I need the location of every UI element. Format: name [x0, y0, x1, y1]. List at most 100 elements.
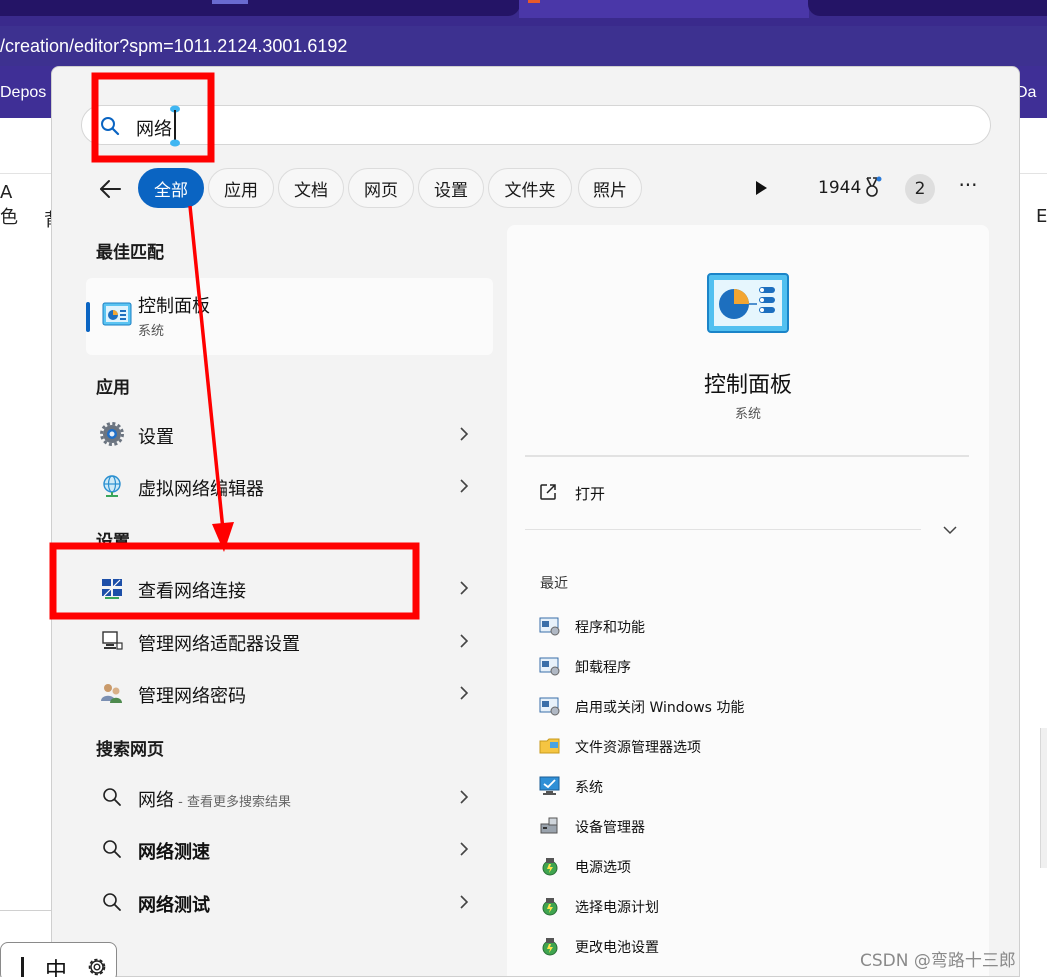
result-web-search[interactable]: 网络测速	[86, 827, 486, 871]
recent-label: 电源选项	[575, 860, 631, 876]
chevron-right-icon[interactable]	[456, 633, 472, 649]
result-virtual-network-editor[interactable]: 虚拟网络编辑器	[86, 464, 486, 508]
chevron-right-icon[interactable]	[456, 894, 472, 910]
recent-item[interactable]: 系统	[537, 773, 957, 799]
result-settings-app[interactable]: 设置	[86, 412, 486, 456]
recent-label: 启用或关闭 Windows 功能	[575, 700, 745, 716]
system-monitor-icon	[539, 776, 560, 795]
rewards-points[interactable]: 1944	[818, 178, 861, 198]
result-web-search[interactable]: 网络测试	[86, 880, 486, 924]
chevron-right-icon[interactable]	[456, 478, 472, 494]
network-connections-icon	[102, 579, 122, 599]
bookmark-item[interactable]: Depos	[0, 84, 46, 102]
selection-indicator	[86, 302, 90, 332]
text-caret-icon	[170, 105, 180, 147]
recent-item[interactable]: 电源选项	[537, 853, 957, 879]
best-match-card[interactable]: 控制面板 系统	[86, 278, 493, 355]
search-input[interactable]: 网络	[81, 105, 991, 147]
chevron-right-icon[interactable]	[456, 580, 472, 596]
power-options-icon	[542, 938, 558, 956]
section-search-web: 搜索网页	[96, 740, 164, 760]
best-match-name: 控制面板	[138, 296, 210, 317]
search-icon	[103, 840, 121, 858]
watermark: CSDN @弯路十三郎	[860, 951, 1016, 971]
filter-documents[interactable]: 文档	[278, 168, 344, 208]
programs-features-icon	[539, 617, 560, 636]
browser-tab[interactable]	[0, 0, 520, 16]
side-strip	[1040, 728, 1047, 868]
filter-settings[interactable]: 设置	[418, 168, 484, 208]
address-bar-url[interactable]: /creation/editor?spm=1011.2124.3001.6192	[0, 36, 347, 57]
ime-mode-toggle[interactable]: 中	[45, 953, 67, 977]
recent-item[interactable]: 程序和功能	[537, 613, 957, 639]
chevron-down-icon[interactable]	[941, 521, 959, 539]
result-label: 设置	[138, 427, 174, 448]
tab-favicon	[212, 0, 248, 4]
browser-tab[interactable]	[808, 0, 1047, 16]
result-web-search[interactable]: 网络 - 查看更多搜索结果	[86, 775, 486, 819]
more-options-button[interactable]: ···	[956, 173, 980, 203]
divider	[525, 529, 921, 530]
network-adapter-icon	[102, 631, 123, 650]
result-label: 网络 - 查看更多搜索结果	[138, 786, 291, 812]
divider	[0, 910, 52, 911]
recent-item[interactable]: 启用或关闭 Windows 功能	[537, 693, 957, 719]
editor-toolbar-char: A	[0, 182, 13, 203]
result-label: 管理网络适配器设置	[138, 634, 300, 655]
filter-photos[interactable]: 照片	[578, 168, 642, 208]
recent-item[interactable]: 卸载程序	[537, 653, 957, 679]
result-label: 网络测试	[138, 895, 210, 916]
power-options-icon	[542, 858, 558, 876]
recent-label: 系统	[575, 780, 603, 796]
filter-all[interactable]: 全部	[138, 168, 204, 208]
power-options-icon	[542, 898, 558, 916]
recent-item[interactable]: 设备管理器	[537, 813, 957, 839]
filter-apps[interactable]: 应用	[208, 168, 274, 208]
browser-tab-active[interactable]	[519, 0, 809, 18]
open-action[interactable]: 打开	[539, 481, 739, 505]
chevron-right-icon[interactable]	[456, 841, 472, 857]
chevron-right-icon[interactable]	[456, 426, 472, 442]
programs-features-icon	[539, 697, 560, 716]
ime-handle[interactable]	[21, 957, 24, 977]
result-label: 虚拟网络编辑器	[138, 479, 264, 500]
web-query: 网络	[138, 790, 174, 811]
open-external-icon	[540, 484, 556, 500]
recent-item[interactable]: 选择电源计划	[537, 893, 957, 919]
section-settings: 设置	[96, 532, 130, 552]
account-avatar[interactable]: 2	[905, 174, 935, 204]
result-label: 查看网络连接	[138, 581, 246, 602]
recent-item[interactable]: 文件资源管理器选项	[537, 733, 957, 759]
control-panel-icon	[707, 273, 789, 333]
search-icon	[103, 788, 121, 806]
result-view-network-connections[interactable]: 查看网络连接	[86, 566, 486, 610]
recent-label: 卸载程序	[575, 660, 631, 676]
ime-toolbar[interactable]: 中	[0, 942, 117, 977]
editor-toolbar-label: A 色	[0, 182, 18, 229]
result-manage-network-passwords[interactable]: 管理网络密码	[86, 671, 486, 715]
filter-web[interactable]: 网页	[348, 168, 414, 208]
filter-folders[interactable]: 文件夹	[488, 168, 572, 208]
web-query-hint: - 查看更多搜索结果	[174, 795, 291, 810]
tab-favicon-active	[528, 0, 540, 3]
gear-icon[interactable]	[85, 955, 109, 977]
recent-label: 更改电池设置	[575, 940, 659, 956]
play-icon[interactable]	[752, 179, 770, 197]
chevron-right-icon[interactable]	[456, 685, 472, 701]
editor-toolbar-char: E	[1036, 206, 1047, 227]
detail-type: 系统	[734, 407, 761, 422]
section-apps: 应用	[96, 378, 130, 398]
result-label: 网络测速	[138, 842, 210, 863]
recent-label: 选择电源计划	[575, 900, 659, 916]
control-panel-icon	[102, 302, 132, 326]
result-manage-adapter-settings[interactable]: 管理网络适配器设置	[86, 619, 486, 663]
section-best-match: 最佳匹配	[96, 243, 164, 263]
device-manager-icon	[540, 817, 558, 834]
chevron-right-icon[interactable]	[456, 789, 472, 805]
back-arrow-icon[interactable]	[98, 177, 122, 201]
search-query[interactable]: 网络	[136, 115, 172, 141]
search-icon	[101, 117, 120, 136]
users-key-icon	[101, 684, 122, 703]
recent-label: 文件资源管理器选项	[575, 740, 701, 756]
globe-network-icon	[103, 475, 121, 497]
